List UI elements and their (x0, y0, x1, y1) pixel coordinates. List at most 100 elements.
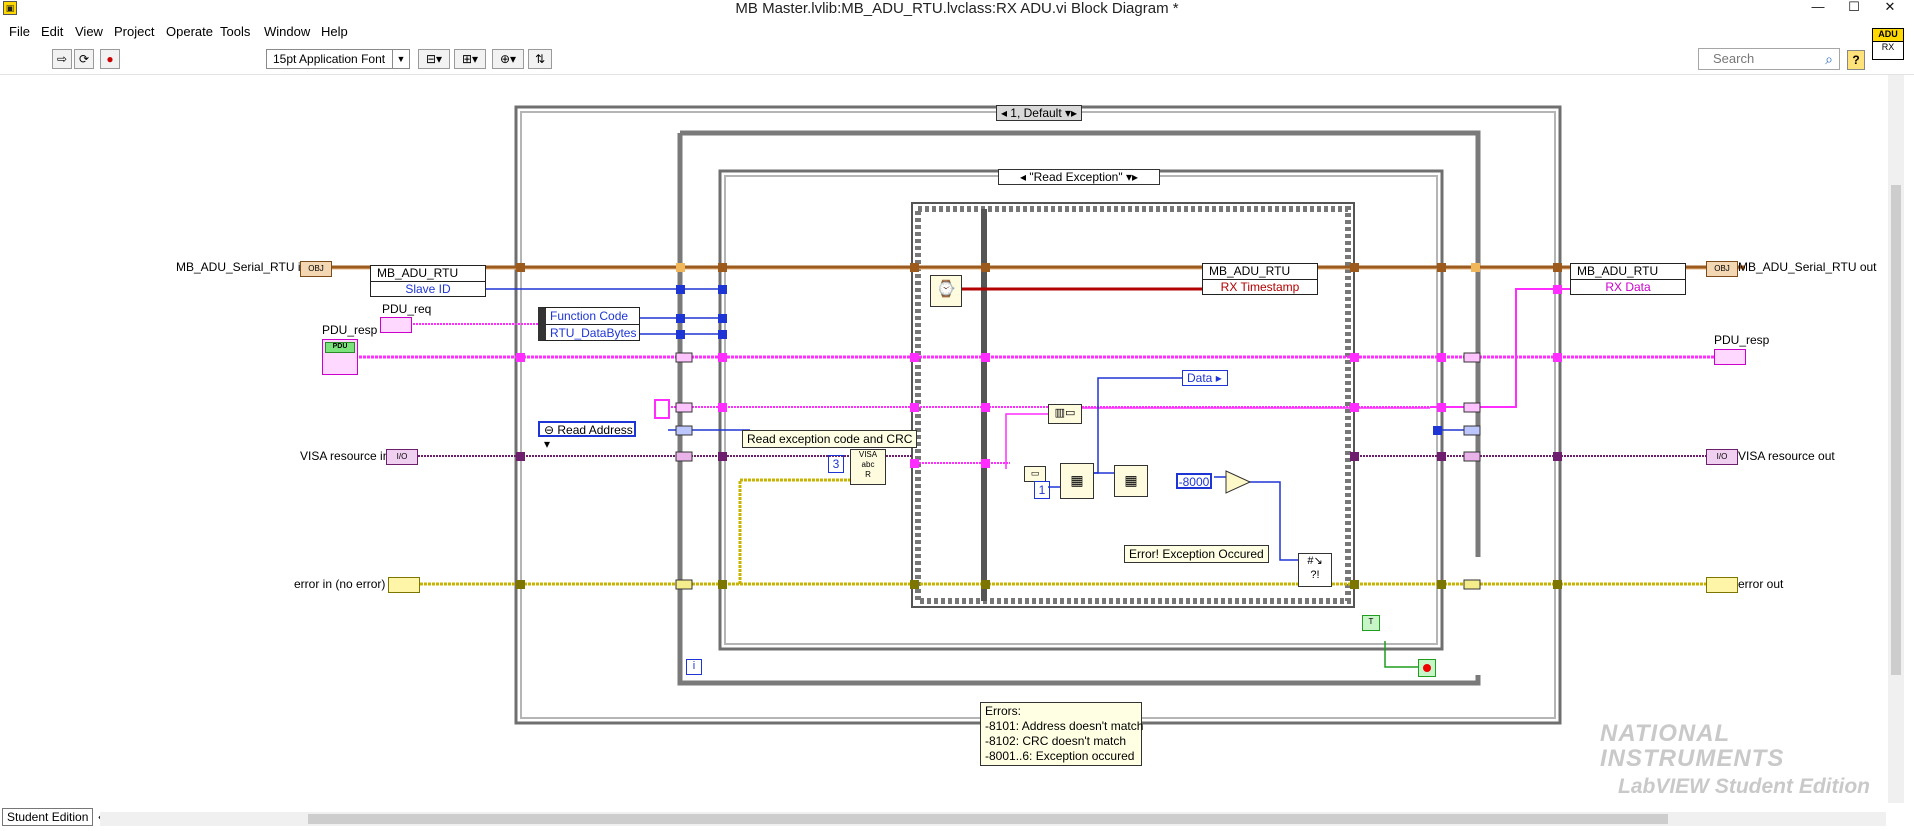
run-continuously-icon[interactable]: ⟳ (74, 49, 94, 69)
index-array-node[interactable]: ▦ (1060, 463, 1094, 499)
serial-out-label: MB_ADU_Serial_RTU out (1738, 260, 1877, 274)
inner-case-label: "Read Exception" (1029, 170, 1123, 184)
class-control-terminal[interactable]: OBJ (300, 261, 332, 277)
loop-iteration-terminal: i (686, 659, 702, 675)
io-icon-in: I/O (396, 452, 408, 461)
unbundle-slave-id[interactable]: MB_ADU_RTU Slave ID (370, 265, 486, 297)
menu-edit[interactable]: Edit (41, 24, 63, 39)
errors-note-line: -8001..6: Exception occured (985, 749, 1135, 763)
horizontal-scrollbar[interactable] (100, 812, 1886, 826)
obj-icon-out: OBJ (1714, 264, 1730, 273)
maximize-button[interactable]: ☐ (1836, 0, 1872, 18)
pdu-resp-out-terminal[interactable] (1714, 349, 1746, 365)
unbundle-pdu-fields[interactable]: Function Code RTU_DataBytes (538, 307, 640, 341)
run-arrow-icon[interactable]: ⇨ (52, 49, 72, 69)
menu-file[interactable]: File (9, 24, 30, 39)
ni-logo: NATIONAL (1600, 720, 1731, 747)
visa-out-terminal[interactable]: I/O (1706, 449, 1738, 465)
title-bar: ▣ MB Master.lvlib:MB_ADU_RTU.lvclass:RX … (0, 0, 1914, 18)
vertical-scroll-thumb[interactable] (1891, 185, 1901, 675)
context-help-button[interactable]: ? (1847, 50, 1865, 70)
stop-icon (1423, 664, 1431, 672)
visa-in-label: VISA resource in (300, 449, 390, 463)
const-bytes-3[interactable]: 3 (828, 455, 844, 473)
errors-note-line: Errors: (985, 704, 1021, 718)
search-input[interactable]: Search ⌕ (1698, 48, 1840, 70)
resize-objects-icon[interactable]: ⊕▾ (492, 49, 524, 69)
inner-case-selector[interactable]: ◂ "Read Exception" ▾▸ (998, 169, 1160, 185)
empty-array-constant[interactable] (654, 399, 670, 419)
error-cluster-from-code-node[interactable]: #↘?! (1298, 553, 1332, 587)
visa-out-label: VISA resource out (1738, 449, 1835, 463)
rx-timestamp-field: RX Timestamp (1220, 280, 1300, 294)
pdu-req-terminal[interactable] (380, 317, 412, 333)
reorder-icon[interactable]: ⇅ (528, 49, 552, 69)
pdu-icon: PDU (325, 342, 355, 353)
toolbar: ⇨ ⟳ ● 15pt Application Font ▼ ⊟▾ ⊞▾ ⊕▾ ⇅… (0, 44, 1914, 75)
data-field-node[interactable]: Data ▸ (1182, 370, 1228, 386)
bundle-far-class-label: MB_ADU_RTU (1571, 264, 1685, 280)
const-index-1[interactable]: 1 (1034, 481, 1050, 499)
loop-stop-terminal[interactable] (1418, 659, 1436, 677)
menu-view[interactable]: View (75, 24, 103, 39)
bundle-class-label: MB_ADU_RTU (1203, 264, 1317, 280)
read-address-label: Read Address (557, 423, 633, 437)
abort-icon[interactable]: ● (100, 49, 120, 69)
outer-case-label: 1, Default (1010, 106, 1062, 120)
get-timestamp-icon[interactable]: ⌚ (930, 275, 962, 307)
chevron-down-icon: ▼ (392, 50, 409, 68)
menu-help[interactable]: Help (321, 24, 348, 39)
read-address-enum[interactable]: ⊖ Read Address ▾ (538, 421, 636, 451)
class-indicator-terminal[interactable]: OBJ (1706, 261, 1738, 277)
search-placeholder: Search (1713, 51, 1755, 66)
pdu-resp-in-label: PDU_resp (322, 323, 378, 337)
vi-icon-bottom: RX (1881, 42, 1895, 52)
pdu-resp-out-label: PDU_resp (1714, 333, 1770, 347)
visa-in-terminal[interactable]: I/O (386, 449, 418, 465)
visa-read-node[interactable]: VISA abc R (850, 449, 886, 485)
errors-note: Errors: -8101: Address doesn't match -81… (980, 702, 1143, 766)
unbundle-class-label: MB_ADU_RTU (371, 266, 485, 282)
error-in-label: error in (no error) (294, 577, 386, 591)
error-out-label: error out (1738, 577, 1784, 591)
distribute-objects-icon[interactable]: ⊞▾ (454, 49, 486, 69)
array-subset-node[interactable]: ▥▭ (1048, 404, 1082, 424)
obj-icon: OBJ (308, 264, 324, 273)
error-in-terminal[interactable] (388, 577, 420, 593)
error-out-terminal[interactable] (1706, 577, 1738, 593)
vi-icon: ADU RX (1872, 28, 1904, 60)
pdu-resp-in-terminal[interactable]: PDU (322, 339, 358, 375)
error-exception-label: Error! Exception Occured (1124, 545, 1269, 563)
rtu-databytes-field: RTU_DataBytes (550, 326, 637, 340)
font-selector-value: 15pt Application Font (273, 52, 386, 66)
comment-read-exception: Read exception code and CRC (742, 430, 918, 448)
array-length-node[interactable]: ▭ (1024, 466, 1046, 482)
minimize-button[interactable]: — (1800, 0, 1836, 18)
vi-icon-top: ADU (1873, 29, 1903, 42)
const-error-base[interactable]: -8000 (1176, 473, 1212, 489)
block-diagram[interactable]: ◂ 1, Default ▾▸ ◂ "Read Exception" ▾▸ MB… (0, 75, 1888, 803)
close-button[interactable]: ✕ (1872, 0, 1908, 18)
outer-case-selector[interactable]: ◂ 1, Default ▾▸ (996, 105, 1082, 121)
bundle-rx-data[interactable]: MB_ADU_RTU RX Data (1570, 263, 1686, 295)
menu-tools[interactable]: Tools (220, 24, 250, 39)
decimate-node[interactable]: ▦ (1114, 465, 1148, 497)
data-label: Data (1187, 371, 1213, 385)
align-objects-icon[interactable]: ⊟▾ (418, 49, 450, 69)
pdu-req-label: PDU_req (382, 302, 432, 316)
window-title: MB Master.lvlib:MB_ADU_RTU.lvclass:RX AD… (735, 0, 1179, 17)
font-selector[interactable]: 15pt Application Font ▼ (266, 49, 410, 69)
unbundle-slave-id-field: Slave ID (405, 282, 451, 296)
horizontal-scroll-thumb[interactable] (308, 814, 1668, 824)
vertical-scrollbar[interactable] (1888, 75, 1904, 803)
student-edition-badge: Student Edition (2, 808, 94, 826)
menu-operate[interactable]: Operate (166, 24, 213, 39)
io-icon-out: I/O (1716, 452, 1728, 461)
true-constant[interactable]: T (1362, 615, 1380, 631)
bundle-rx-timestamp[interactable]: MB_ADU_RTU RX Timestamp (1202, 263, 1318, 295)
rx-data-field: RX Data (1605, 280, 1651, 294)
labview-student-watermark: LabVIEW Student Edition (1618, 775, 1870, 798)
menu-window[interactable]: Window (264, 24, 310, 39)
menu-project[interactable]: Project (114, 24, 154, 39)
search-icon: ⌕ (1825, 51, 1833, 67)
